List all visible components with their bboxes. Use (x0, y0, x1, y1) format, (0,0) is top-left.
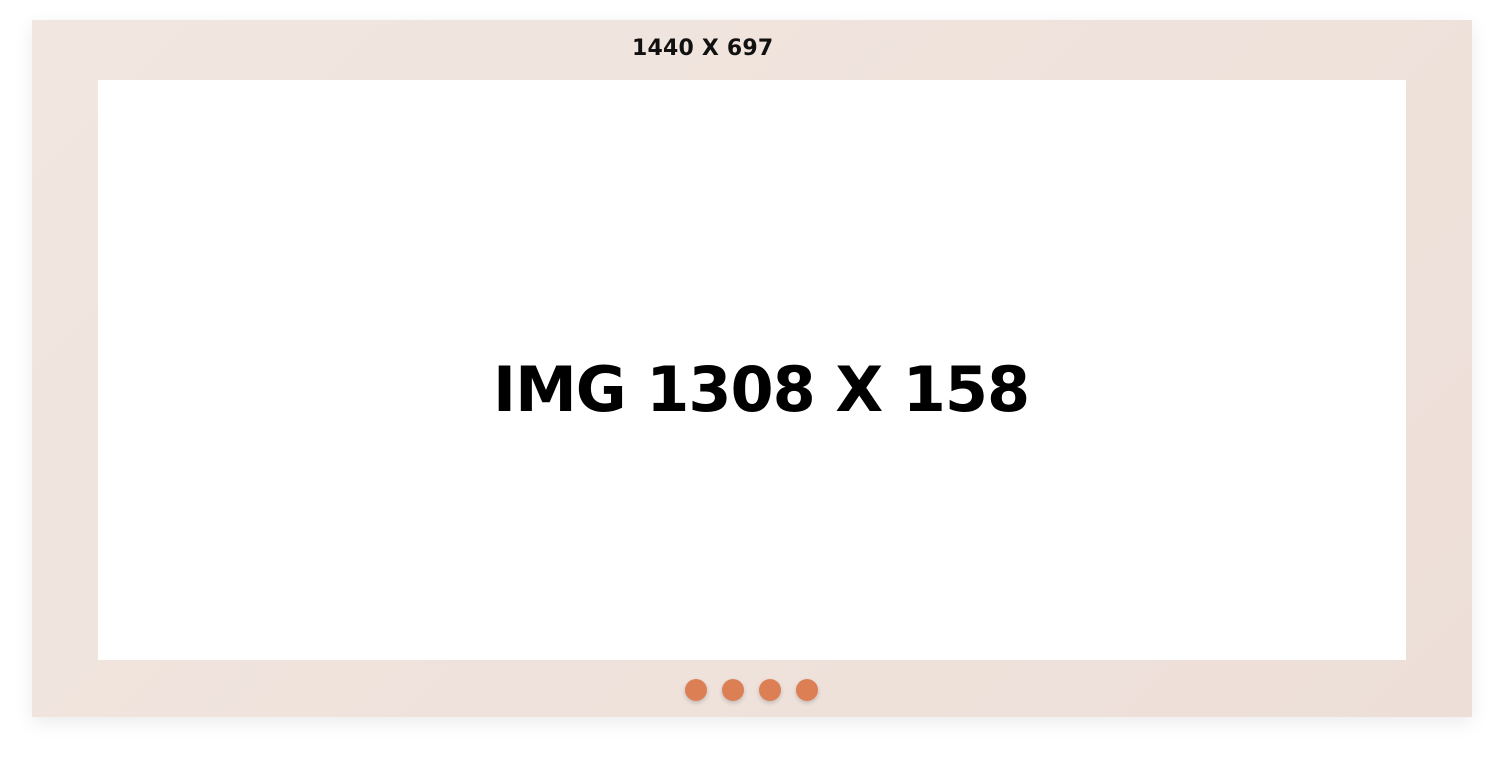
pagination-dot-1[interactable] (685, 679, 707, 701)
pagination-dot-3[interactable] (759, 679, 781, 701)
slider-frame: 1440 X 697 IMG 1308 X 158 (32, 20, 1472, 717)
pagination-dot-2[interactable] (722, 679, 744, 701)
pagination-dot-4[interactable] (796, 679, 818, 701)
pagination-dots (685, 679, 818, 701)
image-size-label: IMG 1308 X 158 (493, 353, 1030, 426)
frame-size-label: 1440 X 697 (632, 36, 774, 61)
image-placeholder: IMG 1308 X 158 (98, 80, 1406, 660)
